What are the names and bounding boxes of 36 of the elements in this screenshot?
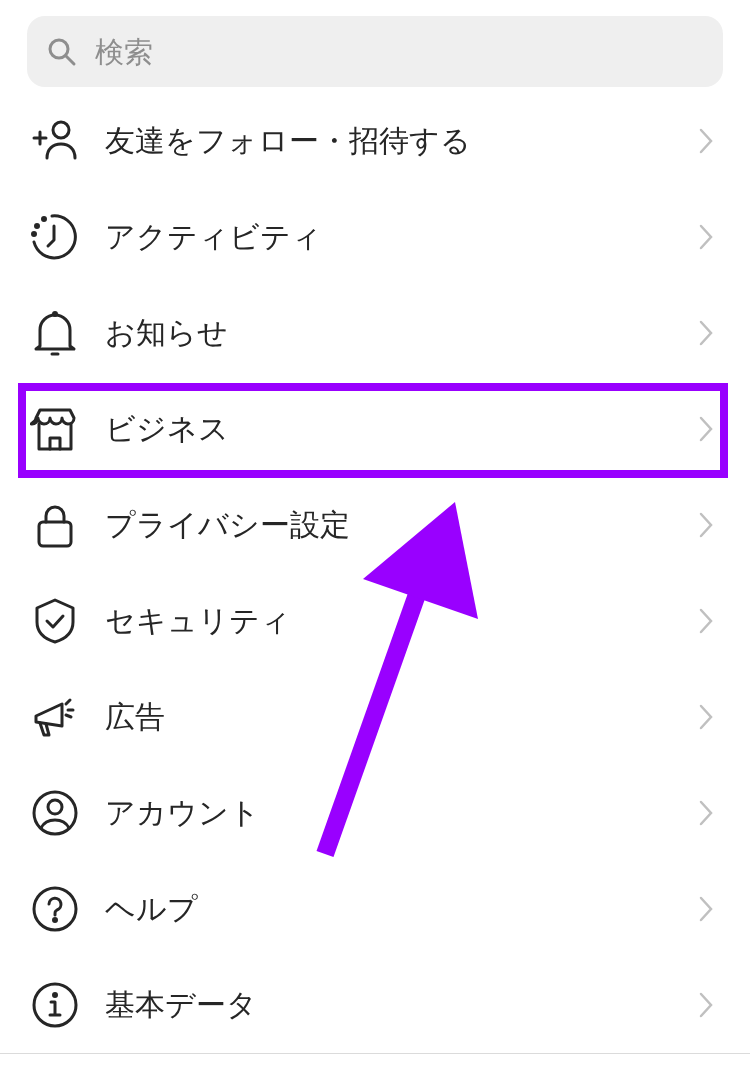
menu-label: プライバシー設定	[105, 505, 351, 544]
chevron-icon	[698, 607, 714, 635]
menu-item[interactable]: ヘルプ	[0, 861, 750, 957]
chevron-icon	[698, 799, 714, 827]
menu-item[interactable]: プライバシー設定	[0, 477, 750, 573]
menu-label: お知らせ	[105, 313, 229, 352]
menu-item[interactable]: 友達をフォロー・招待する	[0, 93, 750, 189]
chevron-icon	[698, 319, 714, 347]
menu-label: ビジネス	[105, 409, 230, 448]
menu-label: 友達をフォロー・招待する	[105, 121, 472, 160]
chevron-icon	[698, 415, 714, 443]
menu-item[interactable]: 広告	[0, 669, 750, 765]
info-icon	[30, 980, 80, 1030]
menu-item[interactable]: 基本データ	[0, 957, 750, 1053]
menu-item[interactable]: セキュリティ	[0, 573, 750, 669]
search-field[interactable]: 検索	[27, 16, 723, 87]
chevron-icon	[698, 703, 714, 731]
activity-clock-icon	[30, 212, 80, 262]
search-icon	[47, 37, 77, 67]
menu-item[interactable]: アカウント	[0, 765, 750, 861]
menu-item[interactable]: ビジネス	[0, 381, 750, 477]
chevron-icon	[698, 991, 714, 1019]
chevron-icon	[698, 511, 714, 539]
menu-label: 広告	[105, 697, 166, 736]
chevron-icon	[698, 223, 714, 251]
menu-label: アカウント	[105, 793, 261, 832]
account-circle-icon	[30, 788, 80, 838]
menu-item[interactable]: アクティビティ	[0, 189, 750, 285]
menu-label: セキュリティ	[105, 601, 292, 640]
menu-label: 基本データ	[105, 985, 258, 1024]
chevron-icon	[698, 127, 714, 155]
menu-item[interactable]: お知らせ	[0, 285, 750, 381]
help-icon	[30, 884, 80, 934]
menu-label: アクティビティ	[105, 217, 323, 256]
chevron-icon	[698, 895, 714, 923]
menu-label: ヘルプ	[105, 889, 199, 928]
